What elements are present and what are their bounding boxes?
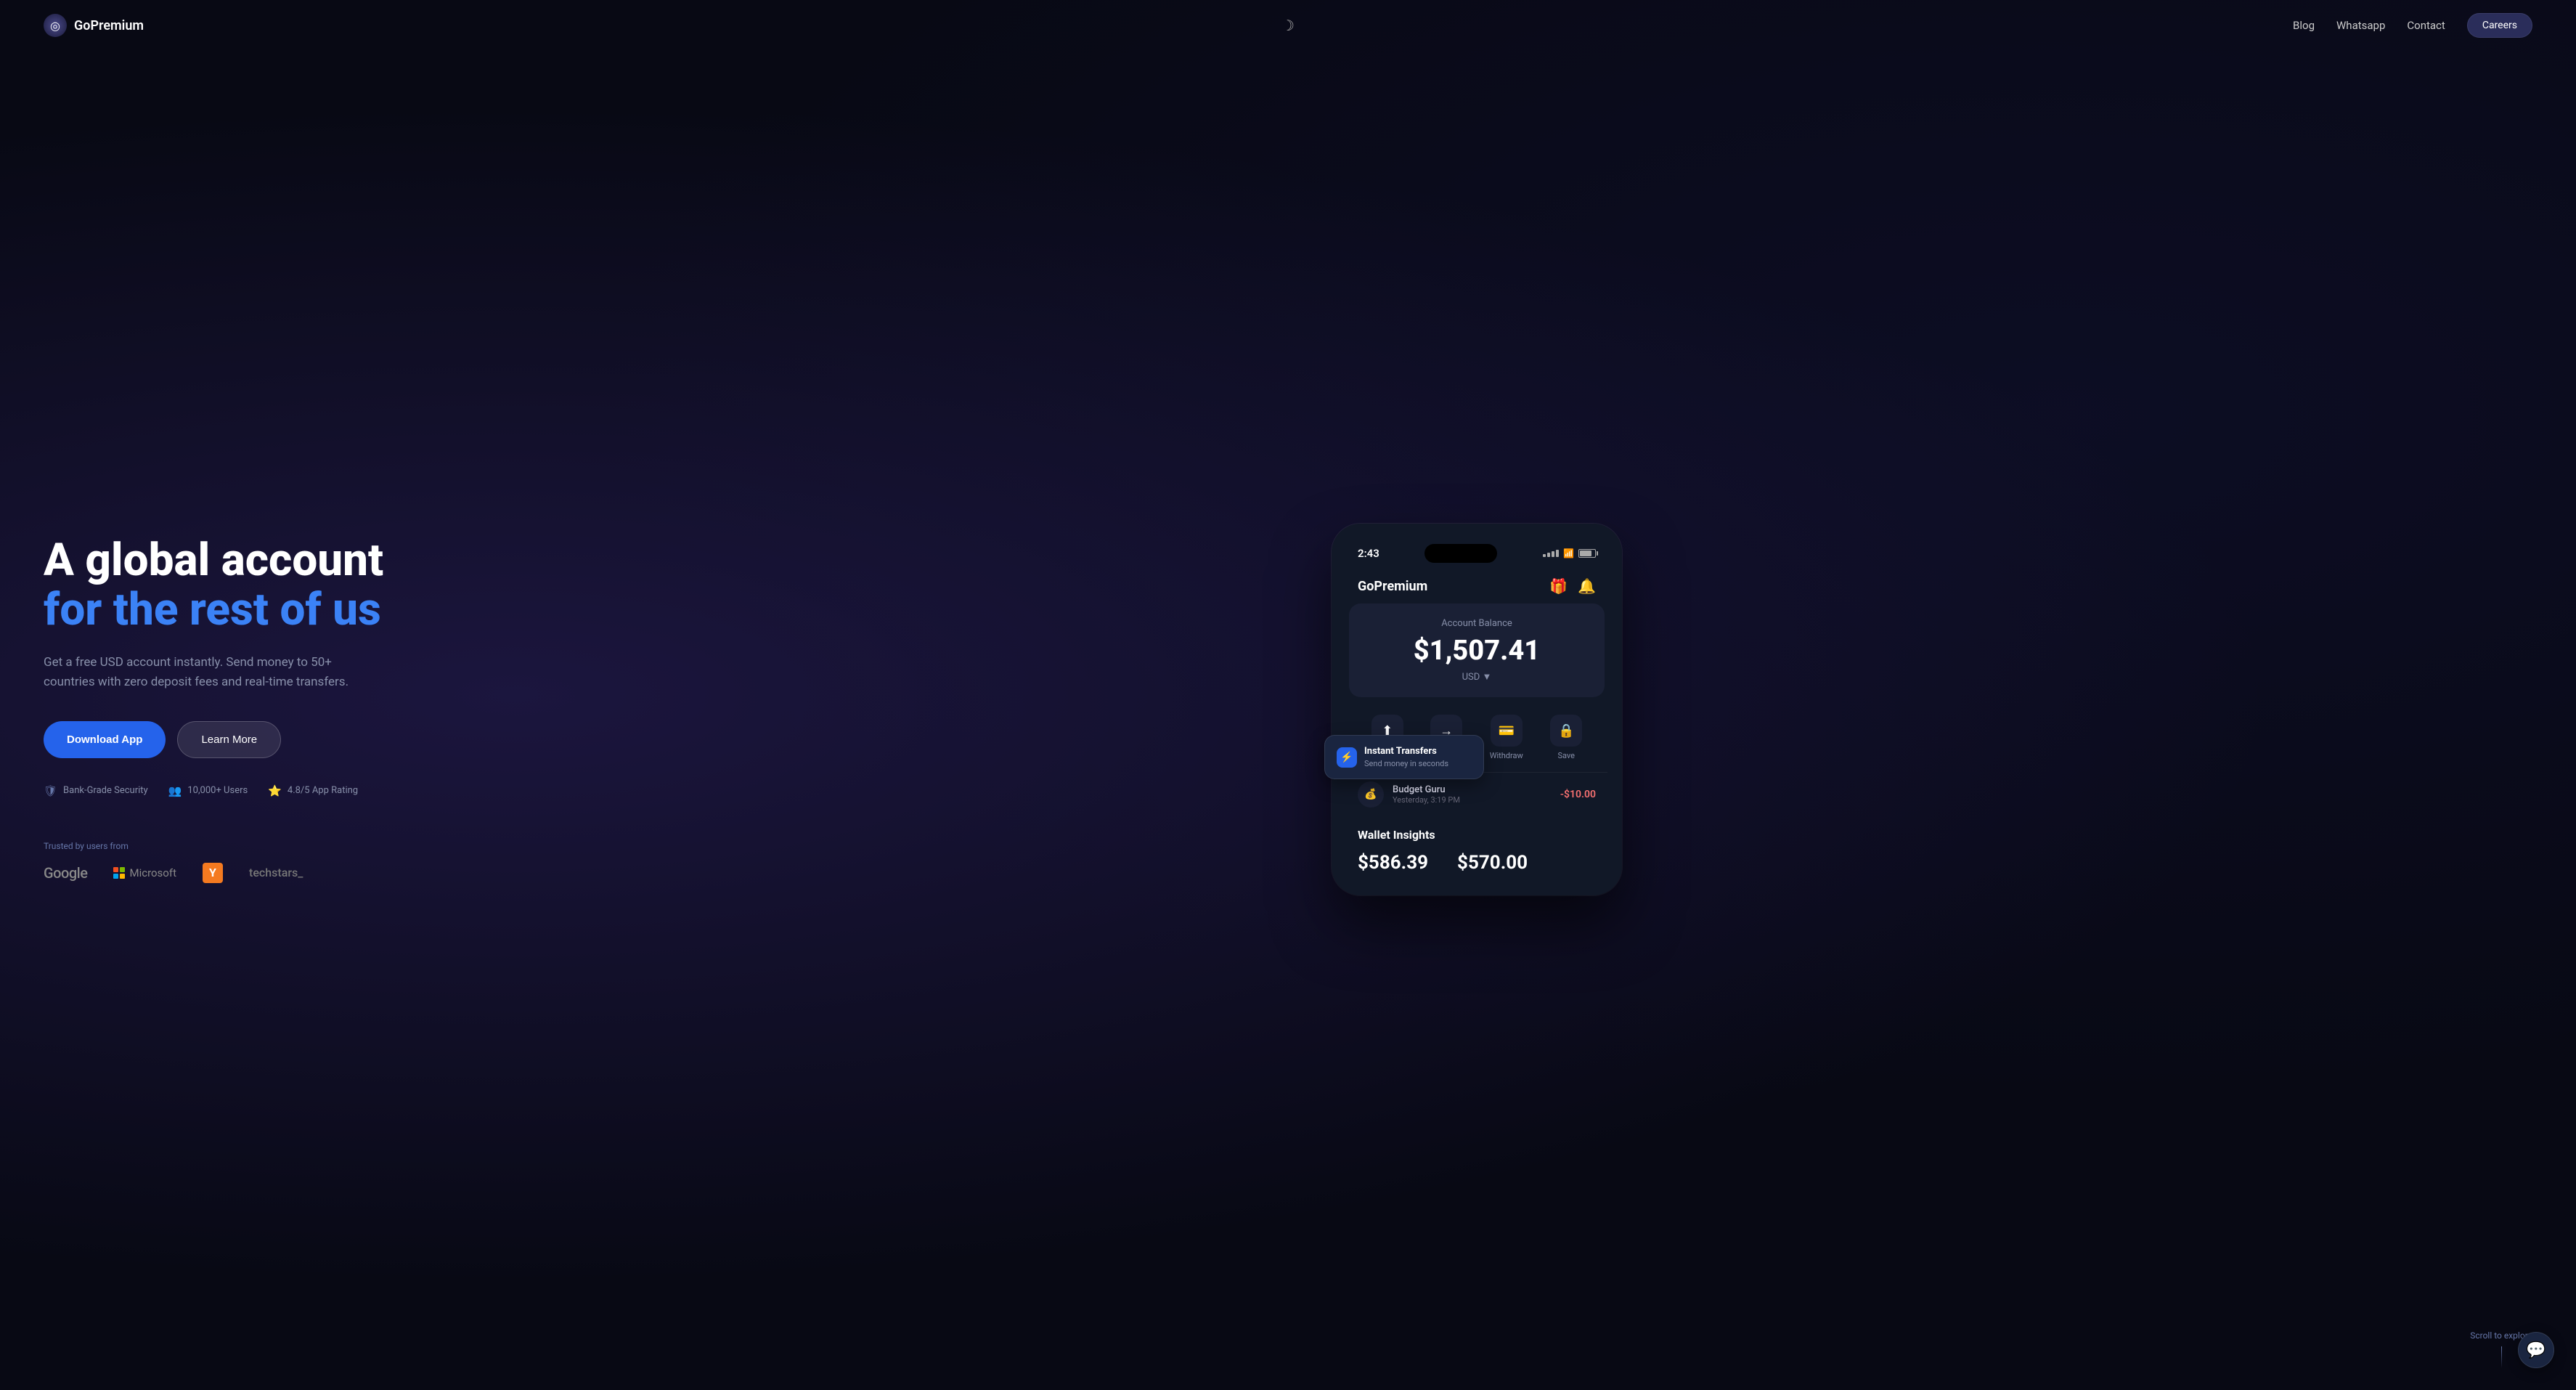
battery-tip xyxy=(1597,551,1598,556)
hero-section: A global account for the rest of us Get … xyxy=(0,0,2576,1390)
phone-notch xyxy=(1424,544,1497,563)
hero-title-line2: for the rest of us xyxy=(44,583,381,636)
careers-button[interactable]: Careers xyxy=(2467,13,2532,38)
hero-phone: 2:43 📶 xyxy=(421,524,2532,895)
signal-dot-2 xyxy=(1547,553,1550,557)
action-save[interactable]: 🔒 Save xyxy=(1550,715,1582,760)
withdraw-label: Withdraw xyxy=(1490,751,1523,760)
logo-google: Google xyxy=(44,864,87,882)
wallet-insights: Wallet Insights $586.39 $570.00 xyxy=(1346,816,1607,874)
moon-icon[interactable]: ☽ xyxy=(1281,17,1295,34)
phone-status-icons: 📶 xyxy=(1543,548,1596,558)
tooltip-content: Instant Transfers Send money in seconds xyxy=(1364,746,1448,768)
badge-security: 🛡 Bank-Grade Security xyxy=(44,784,148,797)
tooltip-title: Instant Transfers xyxy=(1364,746,1448,757)
logo-microsoft: Microsoft xyxy=(113,866,176,879)
security-icon: 🛡 xyxy=(44,784,57,797)
hero-content: A global account for the rest of us Get … xyxy=(44,536,421,883)
whatsapp-fab[interactable]: 💬 xyxy=(2518,1332,2554,1368)
transaction-name: Budget Guru xyxy=(1393,784,1460,795)
badge-users-label: 10,000+ Users xyxy=(187,785,248,796)
ms-cell-blue xyxy=(113,874,118,879)
nav-link-contact[interactable]: Contact xyxy=(2407,19,2445,32)
hero-title-line1: A global account xyxy=(44,534,383,587)
logo-text: GoPremium xyxy=(74,18,144,33)
phone-mockup: 2:43 📶 xyxy=(1332,524,1622,895)
microsoft-text: Microsoft xyxy=(129,866,176,879)
whatsapp-icon: 💬 xyxy=(2526,1341,2546,1359)
wallet-insights-title: Wallet Insights xyxy=(1358,828,1596,842)
wi-amount-1: $586.39 xyxy=(1358,852,1428,874)
withdraw-icon: 💳 xyxy=(1491,715,1523,747)
gift-icon[interactable]: 🎁 xyxy=(1549,577,1568,595)
balance-amount: $1,507.41 xyxy=(1364,635,1590,667)
star-icon: ⭐ xyxy=(268,784,282,797)
wifi-icon: 📶 xyxy=(1563,548,1574,558)
badge-security-label: Bank-Grade Security xyxy=(63,785,148,796)
transaction-details: Budget Guru Yesterday, 3:19 PM xyxy=(1393,784,1460,805)
balance-currency: USD ▼ xyxy=(1364,671,1590,683)
bell-icon[interactable]: 🔔 xyxy=(1578,577,1596,595)
transaction-amount: -$10.00 xyxy=(1560,789,1596,800)
signal-dot-1 xyxy=(1543,554,1546,557)
nav-link-blog[interactable]: Blog xyxy=(2293,19,2315,32)
balance-label: Account Balance xyxy=(1364,618,1590,629)
hero-badges: 🛡 Bank-Grade Security 👥 10,000+ Users ⭐ … xyxy=(44,784,421,797)
balance-card: Account Balance $1,507.41 USD ▼ xyxy=(1349,603,1605,697)
transaction-icon: 💰 xyxy=(1358,781,1384,808)
wallet-insights-amounts: $586.39 $570.00 xyxy=(1358,852,1596,874)
hero-buttons: Download App Learn More xyxy=(44,721,421,758)
tooltip-subtitle: Send money in seconds xyxy=(1364,759,1448,768)
tooltip-bolt-icon: ⚡ xyxy=(1337,747,1357,768)
battery-fill xyxy=(1580,550,1591,556)
wi-amount-2: $570.00 xyxy=(1457,852,1528,874)
save-label: Save xyxy=(1557,751,1575,760)
logo-icon: ◎ xyxy=(44,14,67,37)
microsoft-grid-icon xyxy=(113,867,125,879)
phone-status-bar: 2:43 📶 xyxy=(1346,538,1607,572)
users-icon: 👥 xyxy=(168,784,182,797)
logo-yc: Y xyxy=(203,863,223,883)
phone-inner: 2:43 📶 xyxy=(1332,524,1622,895)
nav-center: ☽ xyxy=(1281,17,1295,34)
ms-cell-red xyxy=(113,867,118,872)
app-header: GoPremium 🎁 🔔 xyxy=(1346,572,1607,603)
badge-rating-label: 4.8/5 App Rating xyxy=(288,785,358,796)
trusted-logos: Google Microsoft Y techstars_ xyxy=(44,863,421,883)
hero-subtitle: Get a free USD account instantly. Send m… xyxy=(44,653,363,692)
ms-cell-yellow xyxy=(120,874,125,879)
nav-link-whatsapp[interactable]: Whatsapp xyxy=(2336,19,2385,32)
scroll-line xyxy=(2501,1346,2502,1368)
badge-rating: ⭐ 4.8/5 App Rating xyxy=(268,784,358,797)
download-app-button[interactable]: Download App xyxy=(44,721,166,758)
app-header-icons: 🎁 🔔 xyxy=(1549,577,1596,595)
trusted-section: Trusted by users from Google Microsoft Y… xyxy=(44,841,421,883)
trusted-label: Trusted by users from xyxy=(44,841,421,851)
ms-cell-green xyxy=(120,867,125,872)
nav-links: Blog Whatsapp Contact Careers xyxy=(2293,13,2532,38)
hero-title: A global account for the rest of us xyxy=(44,536,421,635)
learn-more-button[interactable]: Learn More xyxy=(177,721,281,758)
badge-users: 👥 10,000+ Users xyxy=(168,784,248,797)
logo-techstars: techstars_ xyxy=(249,866,303,879)
battery-icon xyxy=(1578,549,1596,558)
action-withdraw[interactable]: 💳 Withdraw xyxy=(1490,715,1523,760)
phone-time: 2:43 xyxy=(1358,547,1379,560)
transaction-left: 💰 Budget Guru Yesterday, 3:19 PM xyxy=(1358,781,1460,808)
signal-dot-4 xyxy=(1556,550,1559,557)
app-name: GoPremium xyxy=(1358,579,1427,594)
nav-logo[interactable]: ◎ GoPremium xyxy=(44,14,144,37)
signal-dot-3 xyxy=(1552,551,1554,557)
signal-icon xyxy=(1543,550,1559,557)
save-icon: 🔒 xyxy=(1550,715,1582,747)
tooltip-popup: ⚡ Instant Transfers Send money in second… xyxy=(1324,735,1484,779)
transaction-date: Yesterday, 3:19 PM xyxy=(1393,795,1460,805)
navbar: ◎ GoPremium ☽ Blog Whatsapp Contact Care… xyxy=(0,0,2576,51)
